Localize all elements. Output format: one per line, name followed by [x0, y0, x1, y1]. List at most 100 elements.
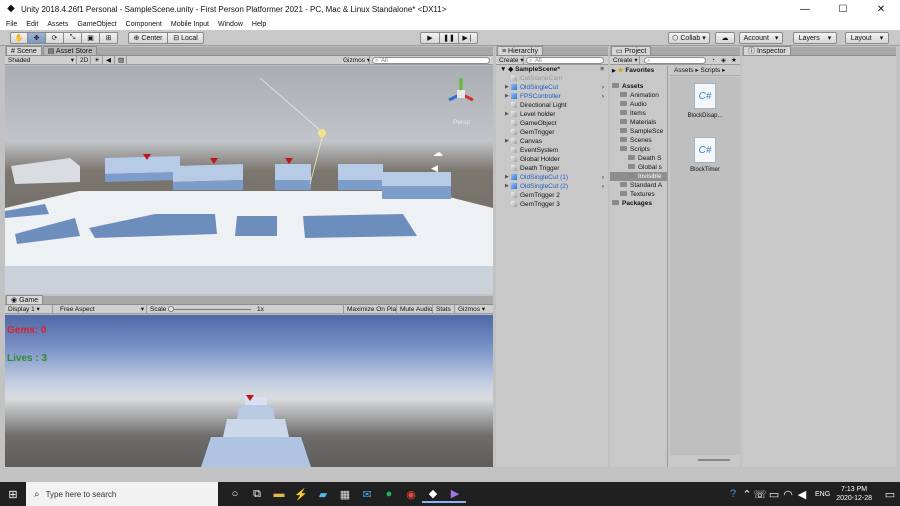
pause-button[interactable]: ❚❚ [440, 32, 459, 44]
effects-dropdown[interactable]: ▨ [115, 56, 127, 65]
audio-toggle[interactable]: ◀ [103, 56, 115, 65]
hierarchy-item[interactable]: ▶ OldSingleCut (1) › [496, 173, 608, 182]
hierarchy-search-input[interactable]: ⌕ All [526, 57, 604, 64]
hierarchy-item[interactable]: ▶ Level holder [496, 110, 608, 119]
hierarchy-item[interactable]: ▶ FPSController › [496, 92, 608, 101]
aspect-dropdown[interactable]: Free Aspect ▾ [57, 305, 147, 314]
triangle-right-icon[interactable]: ▶ [505, 83, 509, 92]
project-folder-item[interactable]: Standard A [610, 181, 667, 190]
project-search-input[interactable]: ⌕ [644, 57, 706, 64]
game-viewport[interactable]: Gems: 0 Lives : 3 [5, 315, 493, 467]
hierarchy-scene-root[interactable]: ▼ ◆ SampleScene* ≡ [496, 65, 608, 74]
hierarchy-item[interactable]: Directional Light [496, 101, 608, 110]
scale-tool-button[interactable]: ⤡ [64, 32, 82, 44]
menu-edit[interactable]: Edit [26, 21, 38, 28]
rotate-tool-button[interactable]: ⟳ [46, 32, 64, 44]
windows-start-button[interactable]: ⊞ [0, 485, 26, 503]
favorites-header[interactable]: ▶ ★ Favorites [610, 66, 667, 75]
menu-mobile-input[interactable]: Mobile Input [171, 21, 209, 28]
tab-hierarchy[interactable]: ≡ Hierarchy [497, 46, 543, 55]
task-view-icon[interactable]: ⧉ [246, 485, 268, 503]
project-folder-item[interactable]: Items [610, 109, 667, 118]
prefab-open-icon[interactable]: › [602, 83, 604, 92]
hierarchy-item[interactable]: ▶ OldSingleCut › [496, 83, 608, 92]
collab-button[interactable]: ⬡ Collab ▾ [668, 32, 710, 44]
move-tool-button[interactable]: ✥ [28, 32, 46, 44]
menu-window[interactable]: Window [218, 21, 243, 28]
network-icon[interactable]: ☏ [753, 485, 767, 503]
project-folder-item[interactable]: Invisible [610, 172, 667, 181]
project-create-button[interactable]: Create ▾ [610, 56, 640, 65]
scene-orientation-gizmo[interactable] [443, 76, 479, 112]
scene-gizmos-dropdown[interactable]: Gizmos ▾ [340, 56, 370, 65]
game-gizmos-dropdown[interactable]: Gizmos ▾ [455, 305, 493, 314]
unity-taskbar-icon[interactable]: ◆ [422, 485, 444, 503]
language-indicator[interactable]: ENG [815, 491, 830, 498]
notifications-icon[interactable]: ▭ [880, 485, 900, 503]
project-folder-item[interactable]: Materials [610, 118, 667, 127]
lighting-toggle[interactable]: ☀ [91, 56, 103, 65]
step-button[interactable]: ▶❘ [459, 32, 478, 44]
scale-slider-handle[interactable] [168, 306, 174, 312]
csharp-file-icon[interactable]: C# [694, 137, 716, 163]
clock[interactable]: 7:13 PM 2020-12-28 [836, 485, 872, 503]
breadcrumb-assets[interactable]: Assets [674, 67, 694, 74]
breadcrumb-scripts[interactable]: Scripts [700, 67, 720, 74]
prefab-open-icon[interactable]: › [602, 92, 604, 101]
hierarchy-item[interactable]: Death Trigger [496, 164, 608, 173]
project-folder-item[interactable]: Audio [610, 100, 667, 109]
app-icon-2[interactable]: ▰ [312, 485, 334, 503]
maximize-on-play-toggle[interactable]: Maximize On Play [343, 305, 397, 314]
layout-dropdown[interactable]: Layout ▾ [845, 32, 889, 44]
triangle-right-icon[interactable]: ▶ [505, 173, 509, 182]
project-folder-item[interactable]: Textures [610, 190, 667, 199]
hierarchy-item[interactable]: EventSystem [496, 146, 608, 155]
stats-toggle[interactable]: Stats [433, 305, 455, 314]
triangle-right-icon[interactable]: ▶ [505, 137, 509, 146]
hierarchy-item[interactable]: GemTrigger 2 [496, 191, 608, 200]
help-tray-icon[interactable]: ? [725, 485, 741, 503]
project-folder-item[interactable]: Global s [610, 163, 667, 172]
cortana-icon[interactable]: ○ [224, 485, 246, 503]
tab-scene[interactable]: # Scene [6, 46, 42, 55]
tab-inspector[interactable]: ⓘ Inspector [743, 46, 791, 55]
project-folder-item[interactable]: Death S [610, 154, 667, 163]
wifi-icon[interactable]: ◠ [781, 485, 795, 503]
tab-game[interactable]: ◉ Game [6, 295, 44, 304]
2d-toggle[interactable]: 2D [77, 56, 91, 65]
tab-project[interactable]: ▭ Project [611, 46, 652, 55]
triangle-right-icon[interactable]: ▶ [505, 182, 509, 191]
scene-menu-icon[interactable]: ≡ [600, 65, 604, 74]
pivot-center-button[interactable]: ⊕ Center [128, 32, 168, 44]
close-button[interactable]: ✕ [862, 0, 900, 18]
icon-size-slider[interactable] [698, 459, 730, 461]
file-explorer-icon[interactable]: ▬ [268, 485, 290, 503]
project-folder-item[interactable]: Packages [610, 199, 667, 208]
mail-icon[interactable]: ✉ [356, 485, 378, 503]
hierarchy-item[interactable]: ▶ Canvas [496, 137, 608, 146]
project-folder-item[interactable]: Assets [610, 82, 667, 91]
rect-tool-button[interactable]: ▣ [82, 32, 100, 44]
filter-label-button[interactable]: ◈ [718, 56, 728, 65]
menu-help[interactable]: Help [252, 21, 266, 28]
transform-tool-button[interactable]: ⊞ [100, 32, 118, 44]
prefab-open-icon[interactable]: › [602, 182, 604, 191]
filter-type-button[interactable]: ◔ [708, 56, 718, 65]
hierarchy-item[interactable]: Global Holder [496, 155, 608, 164]
layers-dropdown[interactable]: Layers ▾ [793, 32, 837, 44]
visual-studio-icon[interactable]: ▶ [444, 485, 466, 503]
shading-mode-dropdown[interactable]: Shaded ▾ [5, 56, 77, 65]
menu-component[interactable]: Component [126, 21, 162, 28]
menu-file[interactable]: File [6, 21, 17, 28]
taskbar-search-input[interactable]: ⌕ Type here to search [26, 482, 218, 506]
project-folder-item[interactable]: Scripts [610, 145, 667, 154]
hierarchy-item[interactable]: CutSceneCam [496, 74, 608, 83]
triangle-right-icon[interactable]: ▶ [505, 110, 509, 119]
display-dropdown[interactable]: Display 1 ▾ [5, 305, 53, 314]
favorite-button[interactable]: ★ [728, 56, 738, 65]
csharp-file-icon[interactable]: C# [694, 83, 716, 109]
scene-search-input[interactable]: ⌕ All [372, 57, 490, 64]
pivot-local-button[interactable]: ⊟ Local [168, 32, 204, 44]
maximize-button[interactable]: ☐ [824, 0, 862, 18]
project-folder-item[interactable]: SampleSce [610, 127, 667, 136]
